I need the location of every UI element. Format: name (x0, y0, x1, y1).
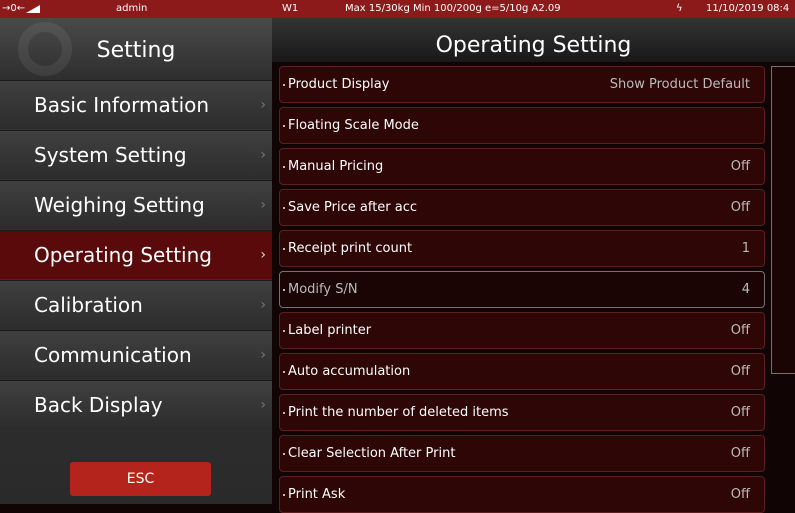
bullet-icon (283, 289, 285, 291)
setting-label: Clear Selection After Print (288, 446, 456, 461)
setting-value: Off (730, 323, 750, 338)
setting-value: Off (730, 364, 750, 379)
setting-label: Modify S/N (288, 282, 358, 297)
bullet-icon (283, 412, 285, 414)
setting-value: Show Product Default (609, 77, 750, 92)
status-bar: →0← admin W1 Max 15/30kg Min 100/200g e=… (0, 0, 795, 18)
bullet-icon (283, 330, 285, 332)
esc-button[interactable]: ESC (70, 462, 211, 496)
setting-row-label-printer[interactable]: Label printer Off (279, 312, 765, 349)
sidebar-item-label: Back Display (34, 393, 163, 417)
bullet-icon (283, 84, 285, 86)
page-title: Operating Setting (272, 18, 795, 62)
sidebar-item-label: Basic Information (34, 93, 210, 117)
bullet-icon (283, 371, 285, 373)
bullet-icon (283, 248, 285, 250)
bullet-icon (283, 207, 285, 209)
scrollbar[interactable] (771, 66, 795, 374)
setting-row-manual-pricing[interactable]: Manual Pricing Off (279, 148, 765, 185)
setting-value: Off (730, 159, 750, 174)
signal-icon (26, 5, 40, 13)
setting-row-clear-selection-after-print[interactable]: Clear Selection After Print Off (279, 435, 765, 472)
setting-value: Off (730, 446, 750, 461)
sidebar-item-system-setting[interactable]: System Setting › (0, 130, 272, 179)
sidebar-item-label: Calibration (34, 293, 143, 317)
sidebar-item-weighing-setting[interactable]: Weighing Setting › (0, 180, 272, 229)
chevron-right-icon: › (260, 197, 266, 213)
setting-row-print-deleted-items[interactable]: Print the number of deleted items Off (279, 394, 765, 431)
setting-label: Print the number of deleted items (288, 405, 509, 420)
setting-label: Auto accumulation (288, 364, 411, 379)
sidebar: Setting Basic Information › System Setti… (0, 18, 272, 504)
zero-indicator: →0← (2, 3, 26, 14)
setting-value: Off (730, 200, 750, 215)
sidebar-item-label: Communication (34, 343, 192, 367)
setting-row-save-price-after-acc[interactable]: Save Price after acc Off (279, 189, 765, 226)
setting-row-product-display[interactable]: Product Display Show Product Default (279, 66, 765, 103)
setting-row-auto-accumulation[interactable]: Auto accumulation Off (279, 353, 765, 390)
sidebar-item-label: Operating Setting (34, 243, 212, 267)
gear-icon (18, 22, 72, 76)
setting-value: 1 (741, 241, 750, 256)
setting-row-floating-scale-mode[interactable]: Floating Scale Mode (279, 107, 765, 144)
sidebar-header: Setting (0, 18, 272, 80)
sidebar-item-label: Weighing Setting (34, 193, 205, 217)
chevron-right-icon: › (260, 147, 266, 163)
chevron-right-icon: › (260, 247, 266, 263)
chevron-right-icon: › (260, 297, 266, 313)
bullet-icon (283, 125, 285, 127)
setting-value: Off (730, 487, 750, 502)
sidebar-item-operating-setting[interactable]: Operating Setting › (0, 230, 272, 279)
user-name: admin (116, 3, 148, 14)
sidebar-item-label: System Setting (34, 143, 187, 167)
setting-row-print-ask[interactable]: Print Ask Off (279, 476, 765, 513)
chevron-right-icon: › (260, 397, 266, 413)
bullet-icon (283, 453, 285, 455)
bullet-icon (283, 166, 285, 168)
lightning-icon: ϟ (676, 3, 683, 14)
sidebar-item-calibration[interactable]: Calibration › (0, 280, 272, 329)
setting-label: Receipt print count (288, 241, 413, 256)
datetime: 11/10/2019 08:4 (706, 3, 790, 14)
setting-row-modify-sn[interactable]: Modify S/N 4 (279, 271, 765, 308)
chevron-right-icon: › (260, 347, 266, 363)
setting-value: Off (730, 405, 750, 420)
setting-label: Label printer (288, 323, 372, 338)
setting-label: Floating Scale Mode (288, 118, 419, 133)
chevron-right-icon: › (260, 97, 266, 113)
setting-label: Save Price after acc (288, 200, 418, 215)
bullet-icon (283, 494, 285, 496)
setting-value: 4 (741, 282, 750, 297)
setting-row-receipt-print-count[interactable]: Receipt print count 1 (279, 230, 765, 267)
setting-label: Print Ask (288, 487, 346, 502)
setting-label: Product Display (288, 77, 390, 92)
sidebar-title: Setting (96, 38, 176, 63)
sidebar-item-back-display[interactable]: Back Display › (0, 380, 272, 429)
sidebar-item-communication[interactable]: Communication › (0, 330, 272, 379)
capacity-info: Max 15/30kg Min 100/200g e=5/10g A2.09 (345, 3, 561, 14)
sidebar-item-basic-information[interactable]: Basic Information › (0, 80, 272, 129)
setting-label: Manual Pricing (288, 159, 384, 174)
channel-label: W1 (282, 3, 299, 14)
